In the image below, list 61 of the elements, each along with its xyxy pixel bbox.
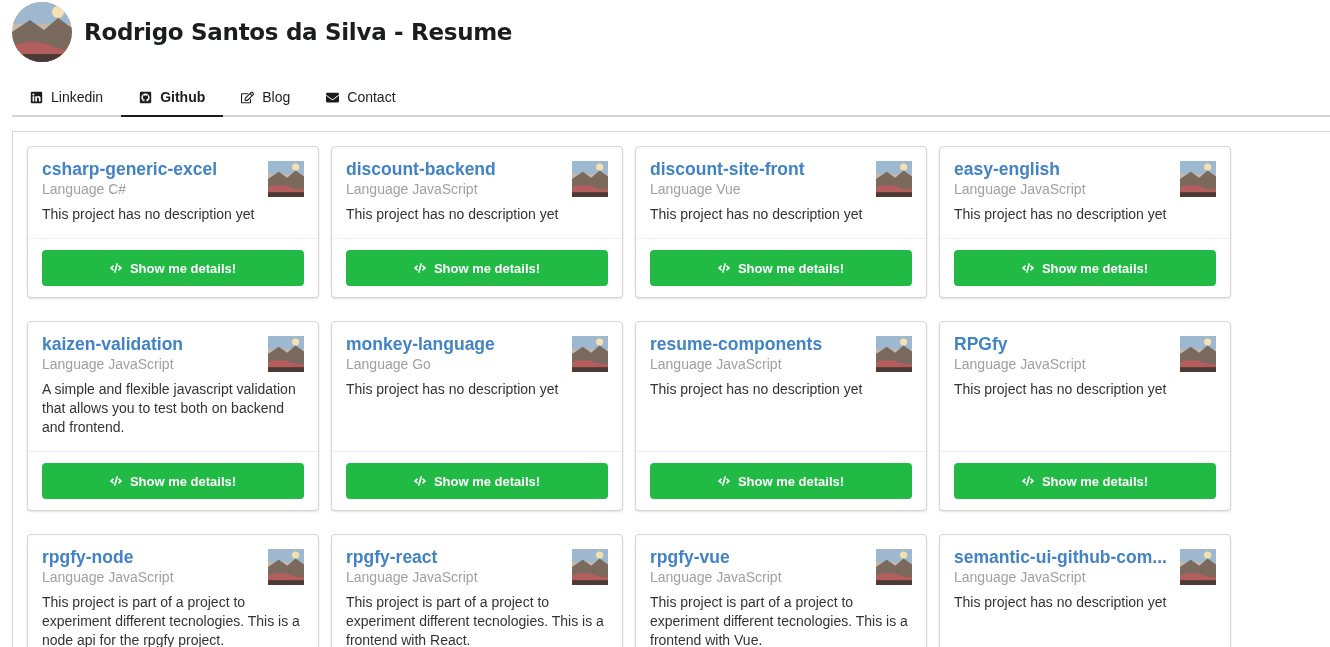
code-icon — [413, 262, 426, 274]
project-description: This project is part of a project to experiment different tecnologies. This is a frontend with React. — [346, 593, 605, 647]
linkedin-icon — [30, 90, 43, 104]
project-language: Language JavaScript — [650, 356, 783, 372]
project-description: This project has no description yet — [954, 593, 1168, 612]
project-description: This project has no description yet — [650, 380, 864, 399]
code-icon — [413, 475, 426, 487]
details-button[interactable]: Show me details! — [42, 250, 304, 286]
project-language: Language JavaScript — [954, 569, 1087, 585]
project-language: Language JavaScript — [346, 181, 479, 197]
project-language: Language JavaScript — [954, 181, 1086, 197]
envelope-icon — [326, 90, 340, 104]
tab[interactable]: Contact — [308, 81, 414, 117]
project-language: Language JavaScript — [346, 569, 478, 585]
project-description: This project has no description yet — [346, 205, 560, 224]
project-name-link[interactable]: rpgfy-vue — [650, 547, 730, 567]
code-icon — [109, 475, 122, 487]
details-button[interactable]: Show me details! — [650, 250, 912, 286]
project-name-link[interactable]: rpgfy-react — [346, 547, 438, 567]
project-name-link[interactable]: kaizen-validation — [42, 334, 183, 354]
tab[interactable]: Linkedin — [12, 81, 122, 117]
code-icon — [717, 475, 730, 487]
project-language: Language Go — [346, 356, 432, 372]
code-icon — [109, 262, 122, 274]
project-name-link[interactable]: semantic-ui-github-com... — [954, 547, 1167, 567]
project-name-link[interactable]: rpgfy-node — [42, 547, 134, 567]
project-name-link[interactable]: monkey-language — [346, 334, 495, 354]
project-description: This project has no description yet — [650, 205, 864, 224]
project-name-link[interactable]: discount-site-front — [650, 159, 805, 179]
edit-icon — [241, 90, 255, 104]
project-description: This project has no description yet — [954, 380, 1168, 399]
project-name-link[interactable]: resume-components — [650, 334, 823, 354]
details-button[interactable]: Show me details! — [42, 463, 304, 499]
project-language: Language JavaScript — [954, 356, 1086, 372]
project-language: Language JavaScript — [42, 569, 174, 585]
project-description: A simple and flexible javascript validation that allows you to test both on backend and frontend. — [42, 380, 297, 437]
project-description: This project has no description yet — [42, 205, 256, 224]
code-icon — [1021, 475, 1034, 487]
tab[interactable]: Github — [121, 81, 224, 117]
project-name-link[interactable]: csharp-generic-excel — [42, 159, 218, 179]
project-name-link[interactable]: discount-backend — [346, 159, 496, 179]
github-icon — [139, 90, 153, 104]
project-name-link[interactable]: RPGfy — [954, 334, 1008, 354]
project-language: Language C# — [42, 181, 128, 197]
project-language: Language JavaScript — [650, 569, 782, 585]
project-name-link[interactable]: easy-english — [954, 159, 1061, 179]
page-title: Rodrigo Santos da Silva - Resume — [84, 19, 513, 45]
project-description: This project is part of a project to experiment different tecnologies. This is a node api for the rpgfy project. — [42, 593, 301, 647]
code-icon — [1021, 262, 1034, 274]
project-language: Language JavaScript — [42, 356, 175, 372]
details-button[interactable]: Show me details! — [650, 463, 912, 499]
details-button[interactable]: Show me details! — [954, 463, 1216, 499]
details-button[interactable]: Show me details! — [346, 250, 608, 286]
details-button[interactable]: Show me details! — [346, 463, 608, 499]
project-description: This project has no description yet — [346, 380, 560, 399]
project-description: This project has no description yet — [954, 205, 1168, 224]
tab[interactable]: Blog — [223, 81, 309, 117]
project-description: This project is part of a project to experiment different tecnologies. This is a frontend with Vue. — [650, 593, 909, 647]
code-icon — [717, 262, 730, 274]
project-language: Language Vue — [650, 181, 742, 197]
details-button[interactable]: Show me details! — [954, 250, 1216, 286]
